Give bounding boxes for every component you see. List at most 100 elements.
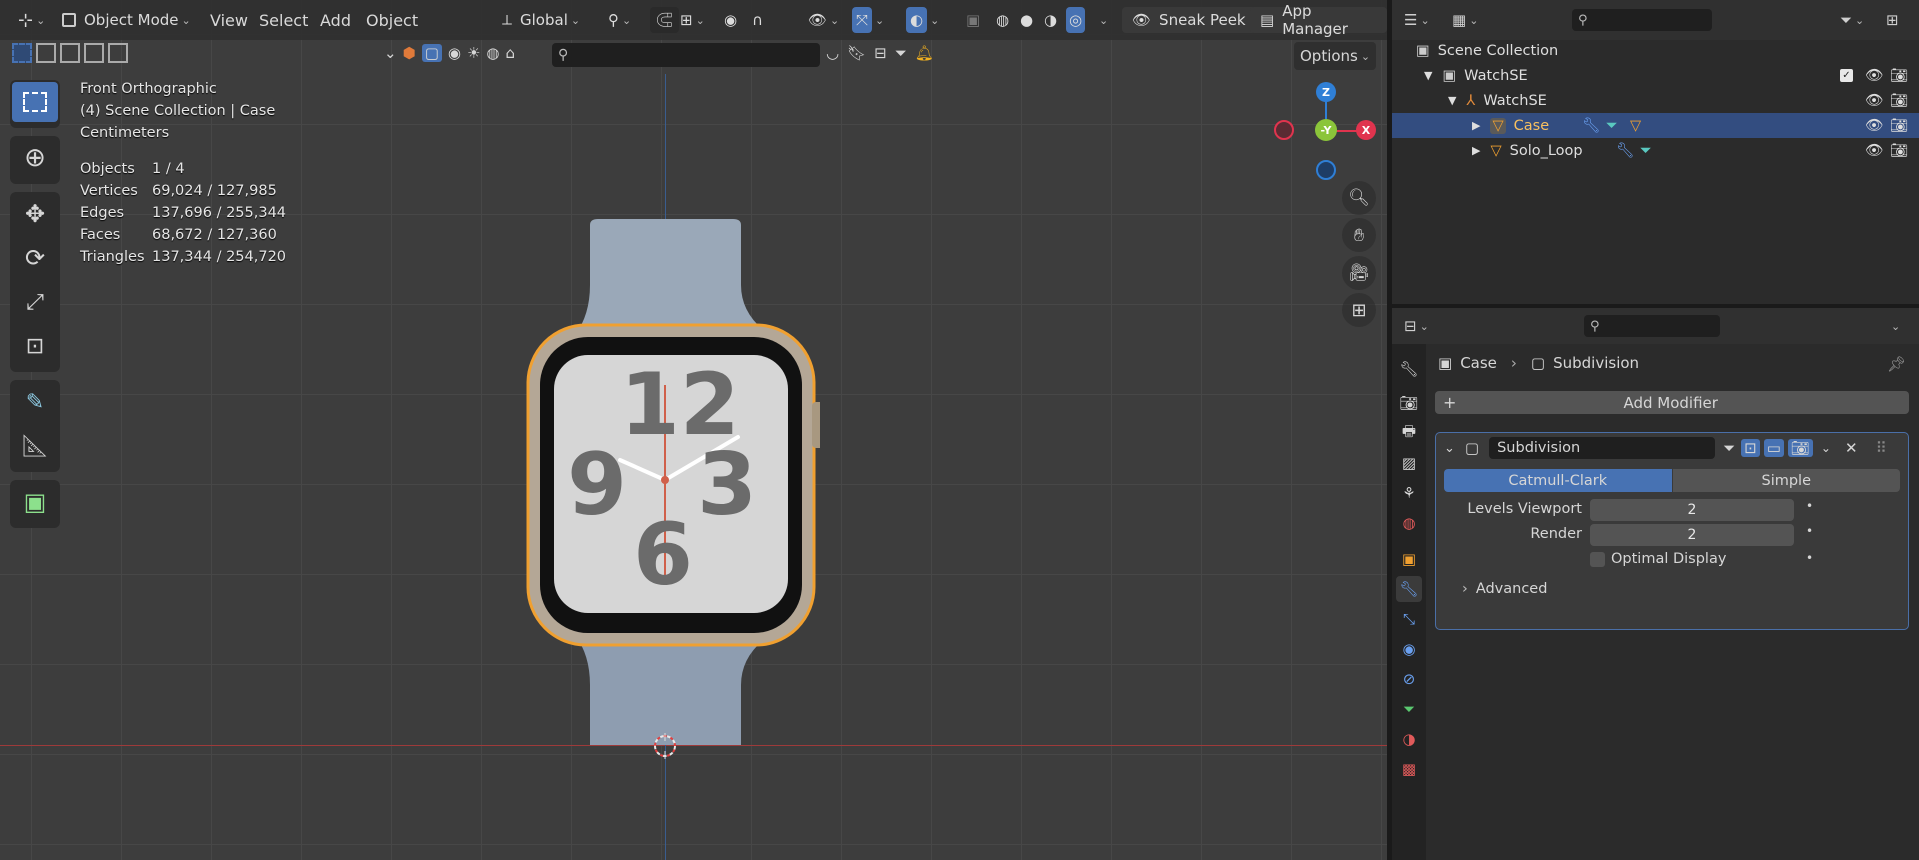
modifier-menu-chevron-icon[interactable]: ⌄ xyxy=(1821,441,1831,455)
shading-wireframe[interactable]: ◍ xyxy=(996,0,1009,40)
gizmo-x-axis[interactable]: X xyxy=(1356,120,1376,140)
exclude-checkbox[interactable]: ✓ xyxy=(1840,69,1853,82)
collapse-arrow-icon[interactable]: ▶ xyxy=(1472,144,1480,157)
tab-world[interactable]: ◍ xyxy=(1396,510,1422,536)
shading-material[interactable]: ◑ xyxy=(1044,0,1057,40)
rotate-tool[interactable]: ⟳ xyxy=(12,238,58,278)
display-mode-dropdown[interactable]: ▦ ⌄ xyxy=(1452,8,1478,32)
menu-object[interactable]: Object xyxy=(366,0,418,40)
tab-constraints[interactable]: ⊘ xyxy=(1396,666,1422,692)
cursor-tool[interactable]: ⊕ xyxy=(12,138,58,178)
camera-view-button[interactable]: 🎥︎ xyxy=(1342,256,1376,290)
ortho-toggle-button[interactable]: ⊞ xyxy=(1342,293,1376,327)
select-new-icon[interactable] xyxy=(12,43,32,63)
outliner-row-solo-loop[interactable]: ▶ ▽ Solo_Loop 🔧︎ ⏷ 👁︎ 📷︎ xyxy=(1392,138,1919,163)
pivot-point-dropdown[interactable]: ⚲ ⌄ xyxy=(608,0,631,40)
editor-type-button[interactable]: ⊹ ⌄ xyxy=(18,0,45,40)
select-extend-icon[interactable] xyxy=(36,43,56,63)
modifier-name-field[interactable]: Subdivision xyxy=(1489,437,1716,459)
gizmo-neg-y-axis[interactable]: -Y xyxy=(1315,119,1337,141)
outliner-row-armature[interactable]: ▼ ⅄ WatchSE 👁︎ 📷︎ xyxy=(1392,88,1919,113)
tab-particles[interactable]: ⤡ xyxy=(1396,606,1422,632)
outliner-row-case[interactable]: ▶ ▽ Case 🔧︎ ⏷ ▽ 👁︎ 📷︎ xyxy=(1392,113,1919,138)
tab-output[interactable]: 🖶︎ xyxy=(1396,420,1422,446)
3d-cursor[interactable] xyxy=(652,733,678,759)
select-intersect-icon[interactable] xyxy=(108,43,128,63)
3d-viewport[interactable]: 12 9 3 6 ⊹ ⌄ Object Mode ⌄ View Select Add… xyxy=(0,0,1387,860)
mode-dropdown[interactable]: Object Mode ⌄ xyxy=(62,0,191,40)
render-camera-icon[interactable]: 📷︎ xyxy=(1890,92,1908,109)
properties-search-input[interactable]: ⚲ xyxy=(1584,315,1720,337)
collapse-chevron-icon[interactable]: ⌄ xyxy=(384,44,397,62)
gizmo-neg-z-axis[interactable] xyxy=(1316,160,1336,180)
tab-view-layer[interactable]: ▨ xyxy=(1396,450,1422,476)
mesh-data-icon[interactable]: ⏷ xyxy=(1640,143,1652,159)
viewport-search-input[interactable]: ⚲ xyxy=(552,43,820,67)
pin-icon[interactable]: 📌︎ xyxy=(1887,352,1906,376)
menu-select[interactable]: Select xyxy=(259,0,308,40)
app-manager-button[interactable]: ▤ App Manager xyxy=(1250,0,1387,40)
notification-bell-icon[interactable]: 🔔︎ xyxy=(915,44,934,62)
modifier-wrench-icon[interactable]: 🔧︎ xyxy=(1616,142,1634,159)
sneak-peek-button[interactable]: 👁︎ Sneak Peek xyxy=(1122,0,1256,40)
layout-icon[interactable]: ⊟ xyxy=(874,44,887,62)
shading-options-dropdown[interactable]: ⌄ xyxy=(1096,0,1108,40)
render-camera-icon[interactable]: 📷︎ xyxy=(1890,142,1908,159)
measure-tool[interactable]: 📐︎ xyxy=(12,426,58,466)
funnel-filter-icon[interactable]: ⏷ xyxy=(895,44,907,62)
color-picker-icon[interactable]: ⬢ xyxy=(403,44,416,62)
modifier-wrench-icon[interactable]: 🔧︎ xyxy=(1582,117,1600,134)
xray-toggle[interactable]: ▣ xyxy=(966,0,980,40)
curve-icon[interactable]: ◡ xyxy=(826,44,839,62)
tab-texture[interactable]: ▩ xyxy=(1396,756,1422,782)
drag-handle-icon[interactable]: ⠿ xyxy=(1876,439,1887,457)
outliner-filter-dropdown[interactable]: ⏷ ⌄ xyxy=(1840,8,1864,32)
bookmark-icon[interactable]: 🔖︎ xyxy=(847,44,866,62)
eye-icon[interactable]: 👁︎ xyxy=(1865,117,1883,134)
select-invert-icon[interactable] xyxy=(84,43,104,63)
tab-physics[interactable]: ◉ xyxy=(1396,636,1422,662)
tab-object[interactable]: ▣ xyxy=(1396,546,1422,572)
render-camera-icon[interactable]: 📷︎ xyxy=(1890,67,1908,84)
tab-scene[interactable]: ⚘ xyxy=(1396,480,1422,506)
material-icon[interactable]: ▽ xyxy=(1630,118,1641,134)
expand-arrow-icon[interactable]: ▼ xyxy=(1424,69,1432,82)
world-icon[interactable]: ◍ xyxy=(486,44,499,62)
camera-filter-icon[interactable]: ⌂ xyxy=(506,44,516,62)
annotate-tool[interactable]: ✎ xyxy=(12,382,58,422)
keyframe-dot-icon[interactable]: • xyxy=(1806,499,1813,513)
catmull-clark-option[interactable]: Catmull-Clark xyxy=(1444,469,1672,492)
render-toggle-icon[interactable]: 📷︎ xyxy=(1787,439,1813,457)
proportional-edit-toggle[interactable]: ◉ xyxy=(724,0,737,40)
snap-toggle[interactable]: 🧲︎ xyxy=(650,0,680,40)
falloff-dropdown[interactable]: ∩ xyxy=(752,0,763,40)
eye-icon[interactable]: 👁︎ xyxy=(1865,92,1883,109)
snap-target-dropdown[interactable]: ⊞ ⌄ xyxy=(680,0,705,40)
tab-material[interactable]: ◑ xyxy=(1396,726,1422,752)
shading-solid[interactable]: ● xyxy=(1020,0,1033,40)
expand-arrow-icon[interactable]: ▼ xyxy=(1448,94,1456,107)
keyframe-dot-icon[interactable]: • xyxy=(1806,524,1813,538)
optimal-display-checkbox-row[interactable]: Optimal Display xyxy=(1590,551,1726,567)
keyframe-dot-icon[interactable]: • xyxy=(1806,551,1813,565)
simple-option[interactable]: Simple xyxy=(1672,469,1900,492)
select-box-tool[interactable] xyxy=(12,82,58,122)
cage-toggle-icon[interactable]: ⊡ xyxy=(1741,439,1760,457)
levels-viewport-field[interactable]: 2 xyxy=(1590,499,1794,521)
shading-rendered[interactable]: ◎ xyxy=(1066,0,1086,40)
options-dropdown[interactable]: Options ⌄ xyxy=(1294,42,1377,70)
tab-render[interactable]: 📷︎ xyxy=(1396,390,1422,416)
eye-icon[interactable]: 👁︎ xyxy=(1865,67,1883,84)
gizmo-neg-x-axis[interactable] xyxy=(1274,120,1294,140)
collapse-arrow-icon[interactable]: ▶ xyxy=(1472,119,1480,132)
optimal-display-checkbox[interactable] xyxy=(1590,551,1605,567)
eye-icon[interactable]: 👁︎ xyxy=(1865,142,1883,159)
viewport-display-toggle-icon[interactable]: ▭ xyxy=(1763,439,1784,457)
tab-data[interactable]: ⏷ xyxy=(1396,696,1422,722)
outliner-editor-type[interactable]: ☰ ⌄ xyxy=(1404,8,1430,32)
overlays-toggle[interactable]: ◐ ⌄ xyxy=(906,0,939,40)
menu-add[interactable]: Add xyxy=(320,0,351,40)
render-camera-icon[interactable]: 📷︎ xyxy=(1890,117,1908,134)
outliner-search-input[interactable]: ⚲ xyxy=(1572,9,1712,31)
zoom-button[interactable]: 🔍︎ xyxy=(1342,181,1376,215)
